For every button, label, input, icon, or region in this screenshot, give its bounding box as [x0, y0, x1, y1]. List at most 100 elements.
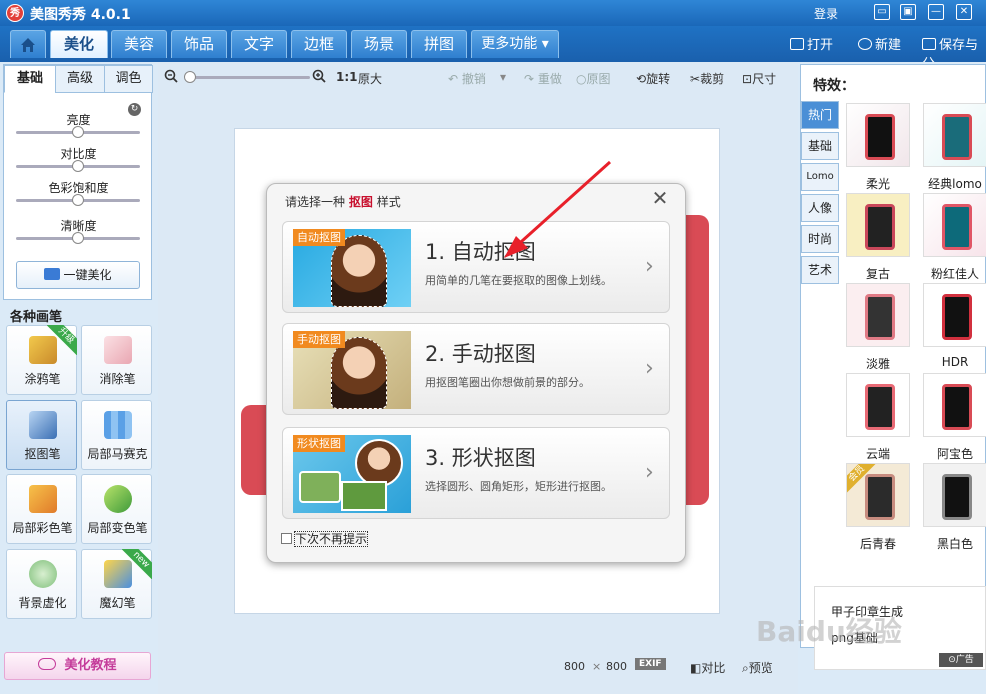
brightness-slider[interactable] [16, 126, 140, 138]
original-image-button[interactable]: ○原图 [576, 70, 611, 87]
tool-local-color-pen[interactable]: 局部彩色笔 [6, 474, 77, 544]
category-lomo[interactable]: Lomo [801, 163, 839, 191]
tool-doodle-pen[interactable]: 升级 涂鸦笔 [6, 325, 77, 395]
beautify-tutorial-button[interactable]: 美化教程 [4, 652, 151, 680]
tab-more-features[interactable]: 更多功能 ▾ [471, 30, 559, 58]
tab-advanced[interactable]: 高级 [55, 65, 105, 93]
effect-thumb-classic-lomo[interactable] [923, 103, 986, 167]
category-fashion[interactable]: 时尚 [801, 225, 839, 253]
tool-label: 魔幻笔 [99, 596, 136, 610]
effect-thumb-elegant[interactable] [846, 283, 910, 347]
tool-mosaic[interactable]: 局部马赛克 [81, 400, 152, 470]
saturation-slider[interactable] [16, 194, 140, 206]
tool-eraser-pen[interactable]: 消除笔 [81, 325, 152, 395]
category-portrait[interactable]: 人像 [801, 194, 839, 222]
minimize-icon[interactable]: — [928, 4, 944, 20]
effect-label: 云端 [865, 447, 890, 461]
tool-magic-pen[interactable]: new 魔幻笔 [81, 549, 152, 619]
category-basic[interactable]: 基础 [801, 132, 839, 160]
effect-thumb-black-white[interactable] [923, 463, 986, 527]
tab-text[interactable]: 文字 [231, 30, 287, 58]
tab-accessory[interactable]: 饰品 [171, 30, 227, 58]
slider-knob[interactable] [72, 194, 84, 206]
option-manual-cutout[interactable]: 手动抠图 2. 手动抠图 用抠图笔圈出你想做前景的部分。 › [282, 323, 670, 415]
tab-collage[interactable]: 拼图 [411, 30, 467, 58]
compare-label: 对比 [701, 661, 726, 675]
tutorial-label: 美化教程 [64, 658, 117, 673]
chevron-right-icon: › [645, 356, 654, 381]
ratio-label[interactable]: 1:1 [336, 70, 358, 84]
slider-knob[interactable] [72, 160, 84, 172]
right-panel: 特效： 热门 基础 Lomo 人像 时尚 艺术 柔光 经典lomo 复古 粉红佳… [798, 62, 986, 694]
undo-dropdown-icon[interactable]: ▾ [500, 70, 506, 84]
dialog-title-suffix: 样式 [376, 195, 401, 209]
tab-basic[interactable]: 基础 [4, 65, 56, 93]
original-size-button[interactable]: 原大 [358, 70, 382, 87]
undo-button[interactable]: ↶ 撤销 [448, 70, 486, 87]
exif-button[interactable]: EXIF [635, 658, 666, 670]
skin-icon[interactable]: ▣ [900, 4, 916, 20]
contrast-slider[interactable] [16, 160, 140, 172]
tool-label: 背景虚化 [18, 596, 67, 610]
tab-beautify[interactable]: 美化 [50, 30, 108, 58]
checkbox-box[interactable] [281, 533, 292, 544]
redo-button[interactable]: ↷ 重做 [524, 70, 562, 87]
tab-home[interactable] [10, 30, 46, 58]
upgrade-badge: 升级 [47, 325, 77, 355]
resize-button[interactable]: ⊡尺寸 [742, 70, 776, 87]
tool-label: 局部彩色笔 [12, 521, 73, 535]
undo-label: 撤销 [461, 72, 486, 86]
tab-face[interactable]: 美容 [111, 30, 167, 58]
one-click-beautify-button[interactable]: 一键美化 [16, 261, 140, 289]
effect-thumb-hdr[interactable] [923, 283, 986, 347]
zoom-slider[interactable] [184, 71, 310, 83]
option-heading: 2. 手动抠图 [425, 342, 536, 366]
effect-thumb-retro[interactable] [846, 193, 910, 257]
preview-button[interactable]: ⌕预览 [742, 659, 773, 676]
compare-button[interactable]: ◧对比 [690, 659, 725, 676]
close-window-icon[interactable]: ✕ [956, 4, 972, 20]
tool-background-blur[interactable]: 背景虚化 [6, 549, 77, 619]
category-hot[interactable]: 热门 [801, 101, 839, 129]
rotate-button[interactable]: ⟲旋转 [636, 70, 670, 87]
app-window: 秀 美图秀秀 4.0.1 登录 ▭ ▣ — ✕ 美化 美容 饰品 文字 边框 场… [0, 0, 986, 694]
paint-bucket-icon [104, 485, 132, 513]
save-icon [922, 38, 936, 50]
tab-color-tone[interactable]: 调色 [104, 65, 153, 93]
slider-knob[interactable] [72, 232, 84, 244]
zoom-out-icon[interactable] [164, 69, 178, 86]
tab-frame[interactable]: 边框 [291, 30, 347, 58]
dont-show-again-checkbox[interactable]: 下次不再提示 [281, 530, 369, 547]
manual-cutout-thumbnail: 手动抠图 [293, 331, 411, 409]
effect-thumb-pink-beauty[interactable] [923, 193, 986, 257]
option-shape-cutout[interactable]: 形状抠图 3. 形状抠图 选择圆形、圆角矩形，矩形进行抠图。 › [282, 427, 670, 519]
option-auto-cutout[interactable]: 自动抠图 1. 自动抠图 用简单的几笔在要抠取的图像上划线。 › [282, 221, 670, 313]
login-link[interactable]: 登录 [814, 5, 838, 22]
zoom-knob[interactable] [184, 71, 196, 83]
tab-scene[interactable]: 场景 [351, 30, 407, 58]
scissors-icon: ✂ [690, 72, 701, 86]
effect-label: 淡雅 [865, 357, 890, 371]
tool-cutout-pen[interactable]: 抠图笔 [6, 400, 77, 470]
effect-thumb-youth[interactable]: 会员 [846, 463, 910, 527]
blur-icon [29, 560, 57, 588]
sharpness-slider[interactable] [16, 232, 140, 244]
effect-thumb-cloud[interactable] [846, 373, 910, 437]
dialog-close-icon[interactable]: ✕ [649, 188, 671, 210]
original-label: 原图 [586, 72, 611, 86]
crop-button[interactable]: ✂裁剪 [690, 70, 724, 87]
tool-local-recolor-pen[interactable]: 局部变色笔 [81, 474, 152, 544]
feedback-icon[interactable]: ▭ [874, 4, 890, 20]
open-button[interactable]: 打开 [790, 34, 833, 53]
main-menu-bar: 美化 美容 饰品 文字 边框 场景 拼图 更多功能 ▾ 打开 新建 保存与分 [0, 26, 986, 72]
circle-shape [355, 439, 403, 487]
effect-thumb-soft-light[interactable] [846, 103, 910, 167]
new-button[interactable]: 新建 [858, 34, 901, 53]
category-art[interactable]: 艺术 [801, 256, 839, 284]
folder-icon [790, 38, 804, 50]
mosaic-icon [104, 411, 132, 439]
effect-thumb-abao[interactable] [923, 373, 986, 437]
option-heading: 1. 自动抠图 [425, 240, 536, 264]
zoom-in-icon[interactable] [312, 69, 326, 86]
slider-knob[interactable] [72, 126, 84, 138]
